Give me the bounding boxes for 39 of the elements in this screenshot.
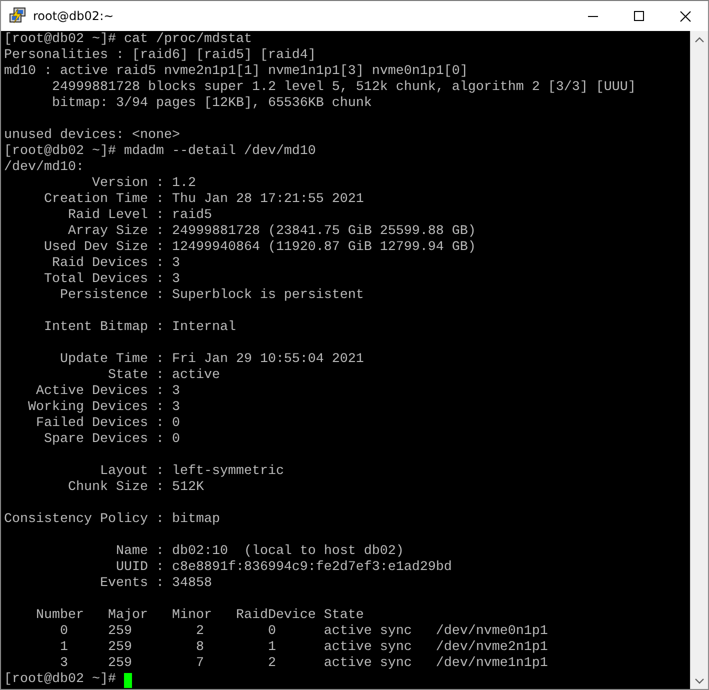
terminal-line: Personalities : [raid6] [raid5] [raid4]: [4, 48, 316, 64]
terminal-line: Intent Bitmap : Internal: [42, 320, 236, 336]
terminal-line: Version : 1.2: [90, 176, 196, 192]
scrollbar[interactable]: [690, 31, 708, 689]
terminal-line: Name : db02:10 (local to host db02): [114, 544, 404, 560]
terminal-line: [root@db02 ~]# mdadm --detail /dev/md10: [4, 144, 316, 160]
close-icon: [680, 10, 690, 22]
maximize-icon: [634, 11, 644, 21]
terminal-line: Array Size : 24999881728 (23841.75 GiB 25599.88 GB): [66, 224, 476, 240]
computer-icon: [9, 7, 27, 25]
terminal-line: [root@db02 ~]#: [4, 672, 117, 688]
terminal-line: /dev/md10:: [4, 160, 84, 176]
terminal-line: UUID : c8e8891f:836994c9:fe2d7ef3:e1ad29bd: [114, 560, 452, 576]
terminal-line: Consistency Policy : bitmap: [4, 512, 220, 528]
terminal-line: 1 259 8 1 active sync /dev/nvme2n1p1: [58, 640, 548, 656]
window-title: root@db02:~: [33, 9, 115, 23]
terminal-line: Active Devices : 3: [34, 384, 180, 400]
terminal-line: Chunk Size : 512K: [66, 480, 204, 496]
terminal-line: Spare Devices : 0: [42, 432, 180, 448]
terminal-line: Raid Level : raid5: [66, 208, 212, 224]
terminal-line: bitmap: 3/94 pages [12KB], 65536KB chunk: [50, 96, 372, 112]
terminal-line: 3 259 7 2 active sync /dev/nvme1n1p1: [58, 656, 548, 672]
terminal-line: Used Dev Size : 12499940864 (11920.87 GiB 12799.94 GB): [42, 240, 476, 256]
terminal-line: 24999881728 blocks super 1.2 level 5, 512k chunk, algorithm 2 [3/3] [UUU]: [50, 80, 636, 96]
terminal-line: Events : 34858: [98, 576, 212, 592]
terminal-line: Persistence : Superblock is persistent: [58, 288, 364, 304]
terminal-line: Working Devices : 3: [26, 400, 180, 416]
terminal-line: Number Major Minor RaidDevice State: [34, 608, 364, 624]
terminal-line: Creation Time : Thu Jan 28 17:21:55 2021: [42, 192, 364, 208]
terminal-line: md10 : active raid5 nvme2n1p1[1] nvme1n1p1[3] nvme0n1p1[0]: [4, 64, 468, 80]
terminal-line: unused devices: <none>: [4, 128, 180, 144]
terminal-line: Layout : left-symmetric: [98, 464, 284, 480]
terminal-line: 0 259 2 0 active sync /dev/nvme0n1p1: [58, 624, 548, 640]
terminal-line: State : active: [106, 368, 220, 384]
terminal-line: Raid Devices : 3: [50, 256, 180, 272]
terminal-line: [root@db02 ~]# cat /proc/mdstat: [4, 32, 252, 48]
terminal-line: Total Devices : 3: [42, 272, 180, 288]
terminal-line: Update Time : Fri Jan 29 10:55:04 2021: [58, 352, 364, 368]
terminal-line: Failed Devices : 0: [34, 416, 180, 432]
